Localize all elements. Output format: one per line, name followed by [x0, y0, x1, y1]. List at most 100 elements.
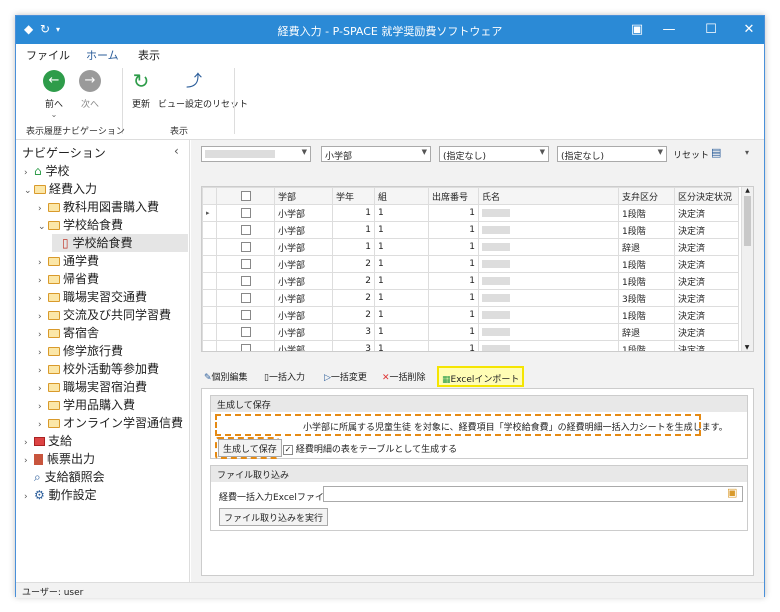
tab-bulk-delete[interactable]: ✕一括削除 — [379, 366, 429, 387]
row-checkbox[interactable] — [240, 292, 251, 303]
school-select[interactable]: ▼ — [201, 146, 311, 162]
collapse-icon[interactable]: ‹ — [174, 144, 179, 158]
tree-item-report-output[interactable]: › 帳票出力 — [24, 450, 95, 468]
cell-status: 決定済 — [674, 255, 739, 273]
row-select-cell[interactable] — [216, 306, 275, 324]
chevron-down-icon[interactable]: ▾ — [745, 148, 749, 157]
tree-item-internship-transport[interactable]: › 職場実習交通費 — [38, 288, 147, 306]
tree-item-extracurricular[interactable]: › 校外活動等参加費 — [38, 360, 159, 378]
row-checkbox[interactable] — [240, 258, 251, 269]
row-checkbox[interactable] — [240, 326, 251, 337]
filter2-select[interactable]: (指定なし) ▼ — [439, 146, 549, 162]
scroll-up-icon[interactable]: ▲ — [742, 187, 753, 194]
cell-dept: 小学部 — [274, 204, 333, 222]
table-row[interactable]: 小学部 2 1 1 1段階 決定済 — [202, 272, 739, 290]
run-import-button[interactable]: ファイル取り込みを実行 — [219, 508, 329, 526]
row-checkbox[interactable] — [240, 343, 251, 351]
tree-item-commute[interactable]: › 通学費 — [38, 252, 99, 270]
tab-individual[interactable]: ✎個別編集 — [201, 366, 251, 387]
tree-item-school-lunch[interactable]: ⌄ 学校給食費 — [38, 216, 123, 234]
row-checkbox[interactable] — [240, 207, 251, 218]
tree-item-internship-lodging[interactable]: › 職場実習宿泊費 — [38, 378, 147, 396]
tree-item-settings[interactable]: › ⚙ 動作設定 — [24, 486, 97, 504]
row-select-cell[interactable] — [216, 204, 275, 222]
ribbon-display-options-icon[interactable]: ▣ — [622, 16, 652, 44]
cell-status: 決定済 — [674, 204, 739, 222]
scroll-down-icon[interactable]: ▼ — [742, 344, 752, 351]
menu-view[interactable]: 表示 — [138, 47, 160, 63]
table-row[interactable]: 小学部 2 1 1 1段階 決定済 — [202, 306, 739, 324]
tree-item-expense-input[interactable]: ⌄ 経費入力 — [24, 180, 97, 198]
col-class-header[interactable]: 組 — [374, 187, 429, 205]
chevron-down-icon: ▼ — [301, 148, 307, 156]
row-select-cell[interactable] — [216, 289, 275, 307]
row-select-cell[interactable] — [216, 238, 275, 256]
folder-icon — [48, 257, 60, 266]
tree-item-online-comm[interactable]: › オンライン学習通信費 — [38, 414, 183, 432]
row-select-cell[interactable] — [216, 221, 275, 239]
table-row[interactable]: 小学部 2 1 1 1段階 決定済 — [202, 255, 739, 273]
table-checkbox[interactable]: ✓ — [283, 444, 293, 455]
row-checkbox[interactable] — [240, 241, 251, 252]
column-chooser-icon[interactable]: ▤ — [711, 146, 721, 159]
delete-icon: ✕ — [382, 373, 390, 383]
col-grade-header[interactable]: 学年 — [332, 187, 375, 205]
tree-item-textbook[interactable]: › 教科用図書購入費 — [38, 198, 159, 216]
tree-item-school-trip[interactable]: › 修学旅行費 — [38, 342, 123, 360]
tree-item-supplies[interactable]: › 学用品購入費 — [38, 396, 135, 414]
tree-item-exchange-study[interactable]: › 交流及び共同学習費 — [38, 306, 171, 324]
tree-item-dormitory[interactable]: › 寄宿舎 — [38, 324, 99, 342]
row-select-cell[interactable] — [216, 323, 275, 341]
tree-item-payment[interactable]: › 支給 — [24, 432, 72, 450]
cell-dept: 小学部 — [274, 255, 333, 273]
col-dept-header[interactable]: 学部 — [274, 187, 333, 205]
table-row[interactable]: ▸ 小学部 1 1 1 1段階 決定済 — [202, 204, 739, 222]
close-button[interactable]: ✕ — [734, 16, 764, 44]
tab-excel-import[interactable]: ▦Excelインポート — [437, 366, 525, 387]
table-row[interactable]: 小学部 1 1 1 辞退 決定済 — [202, 238, 739, 256]
cell-status: 決定済 — [674, 306, 739, 324]
refresh-button[interactable]: ↻ 更新 — [126, 70, 156, 110]
col-category-header[interactable]: 支弁区分 — [618, 187, 675, 205]
tree-item-school-lunch-sheet[interactable]: ▯ 学校給食費 — [52, 234, 188, 252]
maximize-button[interactable]: ☐ — [696, 16, 726, 44]
back-button[interactable]: ← 前へ ⌄ — [36, 70, 72, 119]
filter2-value: (指定なし) — [443, 152, 487, 162]
excel-import-panel: 生成して保存 小学部に所属する児童生徒 を対象に、経費項目「学校給食費」の経費明… — [201, 388, 754, 576]
reset-filter-button[interactable]: リセット — [673, 148, 709, 161]
select-all-header[interactable] — [216, 187, 275, 205]
col-number-header[interactable]: 出席番号 — [428, 187, 479, 205]
table-row[interactable]: 小学部 1 1 1 1段階 決定済 — [202, 221, 739, 239]
scroll-thumb[interactable] — [744, 196, 751, 246]
tab-bulk-input[interactable]: ▯一括入力 — [261, 366, 308, 387]
row-checkbox[interactable] — [240, 224, 251, 235]
forward-button[interactable]: → 次へ — [72, 70, 108, 110]
tab-bulk-change[interactable]: ▷一括変更 — [321, 366, 370, 387]
generate-table-option[interactable]: ✓ 経費明細の表をテーブルとして生成する — [283, 442, 457, 455]
table-row[interactable]: 小学部 3 1 1 辞退 決定済 — [202, 323, 739, 341]
col-status-header[interactable]: 区分決定状況 — [674, 187, 739, 205]
row-checkbox[interactable] — [240, 309, 251, 320]
row-select-cell[interactable] — [216, 255, 275, 273]
tree-item-payment-limit[interactable]: ⌕ 支給額照会 — [34, 468, 105, 486]
tree-item-school[interactable]: › ⌂ 学校 — [24, 162, 69, 180]
filter3-select[interactable]: (指定なし) ▼ — [557, 146, 667, 162]
menu-file[interactable]: ファイル — [26, 47, 70, 63]
row-select-cell[interactable] — [216, 340, 275, 351]
grid-scrollbar[interactable]: ▲ ▼ — [741, 187, 753, 351]
dept-select[interactable]: 小学部 ▼ — [321, 146, 431, 162]
folder-open-icon[interactable]: ▣ — [727, 486, 737, 499]
tree-item-homecoming[interactable]: › 帰省費 — [38, 270, 99, 288]
col-name-header[interactable]: 氏名 — [478, 187, 619, 205]
chevron-down-icon: ▼ — [657, 148, 663, 156]
table-row[interactable]: 小学部 2 1 1 3段階 決定済 — [202, 289, 739, 307]
cell-number: 1 — [428, 306, 479, 324]
row-select-cell[interactable] — [216, 272, 275, 290]
generate-save-button[interactable]: 生成して保存 — [218, 439, 282, 457]
minimize-button[interactable]: — — [654, 16, 684, 44]
row-checkbox[interactable] — [240, 275, 251, 286]
file-path-input[interactable] — [323, 486, 743, 502]
reset-view-button[interactable]: ⤴ ビュー設定のリセット — [158, 70, 248, 110]
table-row[interactable]: 小学部 3 1 1 1段階 決定済 — [202, 340, 739, 351]
select-all-checkbox[interactable] — [240, 190, 251, 201]
